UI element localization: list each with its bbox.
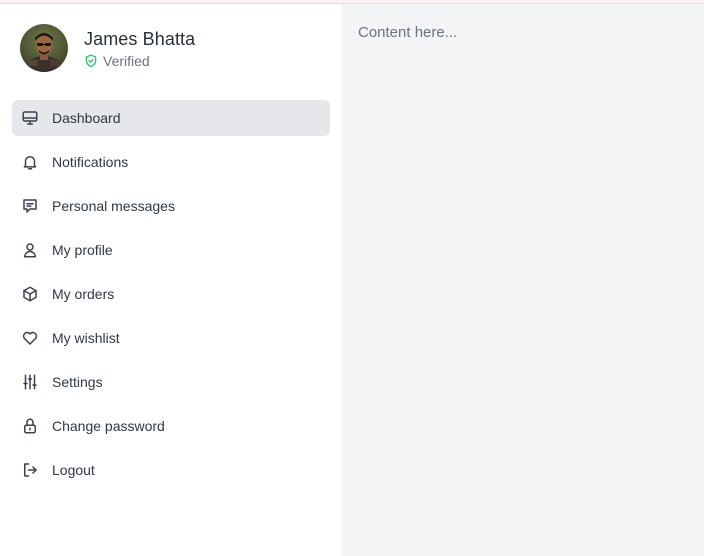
profile-header: James Bhatta Verified [20,24,195,72]
sidebar-item-my-orders[interactable]: My orders [12,276,330,312]
main-content: Content here... [342,4,704,556]
verified-status: Verified [84,53,195,69]
sidebar-item-label: Logout [52,462,95,478]
sidebar-item-notifications[interactable]: Notifications [12,144,330,180]
user-icon [21,241,39,259]
sliders-icon [21,373,39,391]
box-icon [21,285,39,303]
profile-text: James Bhatta Verified [84,28,195,69]
content-placeholder: Content here... [358,24,458,41]
shield-check-icon [85,54,97,67]
sidebar-item-my-wishlist[interactable]: My wishlist [12,320,330,356]
sidebar-item-my-profile[interactable]: My profile [12,232,330,268]
sidebar-item-dashboard[interactable]: Dashboard [12,100,330,136]
verified-label: Verified [103,52,150,69]
sidebar-item-change-password[interactable]: Change password [12,408,330,444]
monitor-icon [21,109,39,127]
avatar[interactable] [20,24,68,72]
sidebar-item-personal-messages[interactable]: Personal messages [12,188,330,224]
profile-name: James Bhatta [84,28,196,49]
logout-icon [21,461,39,479]
sidebar-item-label: Dashboard [52,110,121,126]
sidebar-item-label: Notifications [52,154,129,170]
bell-icon [21,153,39,171]
heart-icon [21,329,39,347]
message-icon [21,197,39,215]
sidebar-item-label: Settings [52,374,103,390]
sidebar-nav: Dashboard Notifications Personal message… [12,100,330,496]
sidebar-item-settings[interactable]: Settings [12,364,330,400]
app-layout: James Bhatta Verified Dashboard Notifica… [0,4,704,556]
lock-icon [21,417,39,435]
sidebar: James Bhatta Verified Dashboard Notifica… [0,4,342,556]
sidebar-item-logout[interactable]: Logout [12,452,330,488]
sidebar-item-label: My wishlist [52,330,120,346]
sidebar-item-label: My profile [52,242,113,258]
sidebar-item-label: My orders [52,286,115,302]
sidebar-item-label: Personal messages [52,198,175,214]
sidebar-item-label: Change password [52,418,165,434]
